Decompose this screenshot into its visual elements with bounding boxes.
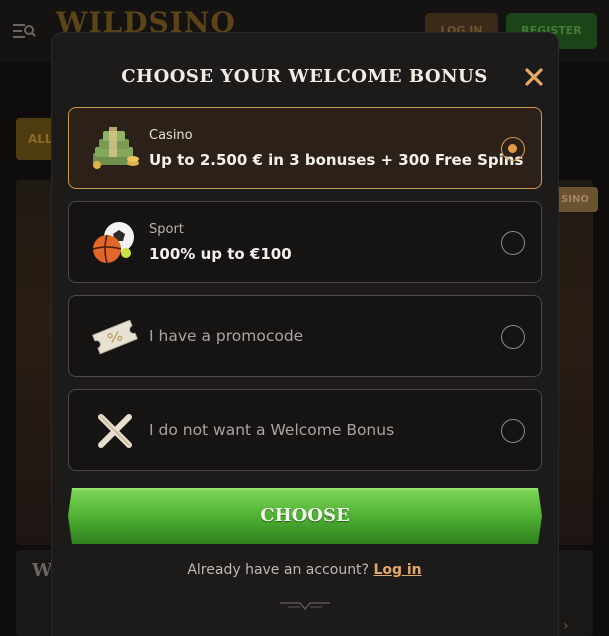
option-label: Casino [149,128,193,143]
choose-button[interactable]: CHOOSE [68,488,542,544]
ticket-icon [92,319,138,355]
login-link[interactable]: Log in [373,562,421,578]
radio-casino[interactable] [501,137,525,161]
radio-sport[interactable] [501,231,525,255]
option-label: I have a promocode [149,327,304,345]
choose-label: CHOOSE [260,505,350,526]
menu-search-icon[interactable] [12,20,36,42]
chevron-right-icon[interactable]: › [563,618,569,634]
modal-title: CHOOSE YOUR WELCOME BONUS [121,66,488,87]
login-prompt: Already have an account? Log in [0,562,609,578]
ornament-divider-icon [280,602,330,611]
bonus-option-promocode[interactable]: I have a promocode [68,295,542,377]
radio-none[interactable] [501,419,525,443]
radio-promocode[interactable] [501,325,525,349]
option-value: 100% up to €100 [149,245,292,263]
money-stack-icon [93,127,139,169]
bonus-option-casino[interactable]: Casino Up to 2.500 € in 3 bonuses + 300 … [68,107,542,189]
option-value: Up to 2.500 € in 3 bonuses + 300 Free Sp… [149,151,524,169]
option-label: I do not want a Welcome Bonus [149,421,395,439]
bonus-option-none[interactable]: I do not want a Welcome Bonus [68,389,542,471]
cross-icon [98,414,132,448]
close-icon[interactable] [523,66,545,88]
already-text: Already have an account? [187,562,369,578]
sports-balls-icon [92,222,134,264]
bonus-option-sport[interactable]: Sport 100% up to €100 [68,201,542,283]
option-label: Sport [149,222,184,237]
casino-badge: SINO [552,187,598,212]
